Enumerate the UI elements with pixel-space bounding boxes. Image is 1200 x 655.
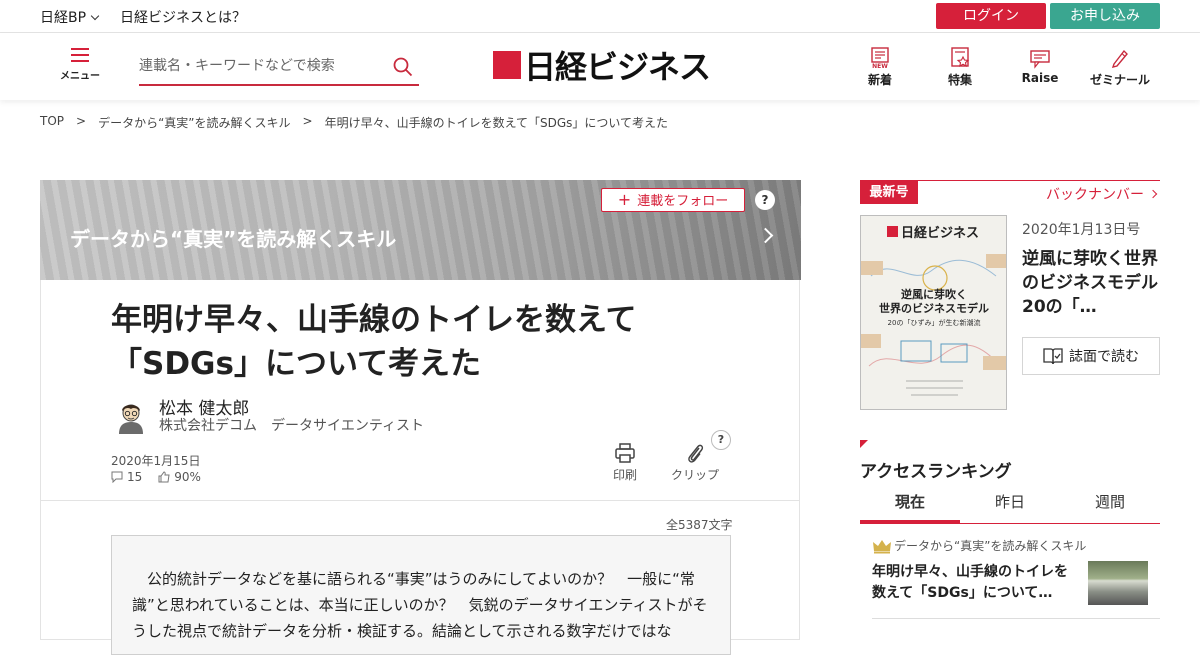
magazine-cover[interactable]: 日経ビジネス 逆風に芽吹く 世界のビジネスモデル 20の「ひずみ」が生む新潮流 bbox=[860, 215, 1007, 410]
read-issue-label: 誌面で読む bbox=[1069, 349, 1139, 365]
character-count: 全5387文字 bbox=[666, 518, 733, 532]
nav-feature-label: 特集 bbox=[947, 73, 972, 87]
print-label: 印刷 bbox=[613, 468, 638, 482]
breadcrumb: TOP > データから“真実”を読み解くスキル > 年明け早々、山手線のトイレを… bbox=[40, 114, 668, 131]
nav-raise-label: Raise bbox=[1021, 71, 1059, 85]
login-button[interactable]: ログイン bbox=[936, 3, 1046, 29]
follow-help-icon[interactable]: ? bbox=[755, 190, 775, 210]
series-banner[interactable]: データから“真実”を読み解くスキル + 連載をフォロー ? bbox=[40, 180, 801, 280]
latest-issue-tag: 最新号 bbox=[860, 181, 918, 204]
tab-yesterday[interactable]: 昨日 bbox=[960, 490, 1060, 523]
new-icon: NEW bbox=[871, 47, 889, 69]
clip-button[interactable]: クリップ bbox=[671, 442, 719, 483]
title-line-2: 「SDGs」について考えた bbox=[111, 346, 482, 382]
ranking-item-thumbnail bbox=[1088, 561, 1148, 605]
chevron-right-icon bbox=[1148, 189, 1158, 199]
nav-seminar[interactable]: ゼミナール bbox=[1080, 47, 1160, 88]
article-title: 年明け早々、山手線のトイレを数えて 「SDGs」について考えた bbox=[111, 298, 711, 386]
logo-text: 日経ビジネス bbox=[524, 48, 711, 86]
hamburger-icon bbox=[71, 48, 89, 62]
article-stats: 15 90% bbox=[111, 470, 201, 484]
search-box bbox=[139, 51, 419, 86]
issue-title[interactable]: 逆風に芽吹く世界のビジネスモデル 20の「… bbox=[1022, 247, 1175, 319]
ranking-title: アクセスランキング bbox=[860, 462, 1012, 482]
breadcrumb-series[interactable]: データから“真実”を読み解くスキル bbox=[98, 114, 290, 131]
about-link[interactable]: 日経ビジネスとは？ bbox=[120, 7, 246, 27]
breadcrumb-separator: > bbox=[76, 114, 87, 128]
follow-label: 連載をフォロー bbox=[637, 194, 729, 209]
like-rate-value: 90% bbox=[174, 470, 201, 484]
breadcrumb-separator: > bbox=[302, 114, 313, 128]
print-icon bbox=[615, 443, 635, 463]
clip-label: クリップ bbox=[671, 468, 720, 482]
plus-icon: + bbox=[617, 190, 632, 209]
ranking-corner-mark bbox=[860, 440, 868, 448]
series-name: データから“真実”を読み解くスキル bbox=[70, 227, 397, 251]
menu-button[interactable]: メニュー bbox=[58, 48, 102, 82]
nikkei-bp-label: 日経BP bbox=[40, 10, 87, 26]
menu-label: メニュー bbox=[60, 71, 100, 82]
search-input[interactable] bbox=[139, 51, 379, 81]
crown-icon bbox=[873, 539, 891, 553]
comment-icon bbox=[111, 471, 123, 483]
breadcrumb-top[interactable]: TOP bbox=[40, 114, 64, 131]
site-header: メニュー 日経ビジネス NEW 新着 bbox=[0, 33, 1200, 100]
nav-new-label: 新着 bbox=[867, 73, 892, 87]
nav-raise[interactable]: Raise bbox=[1000, 47, 1080, 88]
logo-mark bbox=[493, 51, 521, 79]
title-line-1: 年明け早々、山手線のトイレを数えて bbox=[111, 302, 637, 338]
nav-seminar-label: ゼミナール bbox=[1089, 73, 1150, 87]
cover-logo: 日経ビジネス bbox=[901, 225, 979, 241]
feature-icon bbox=[951, 47, 970, 68]
nikkei-bp-dropdown[interactable]: 日経BP bbox=[40, 7, 100, 27]
clip-help-icon[interactable]: ? bbox=[711, 430, 731, 450]
apply-button[interactable]: お申し込み bbox=[1050, 3, 1160, 29]
ranking-item-title: 年明け早々、山手線のトイレを数えて「SDGs」について… bbox=[872, 564, 1068, 601]
issue-date: 2020年1月13日号 bbox=[1022, 222, 1141, 238]
thumbs-up-icon bbox=[158, 471, 170, 483]
utility-links: 日経BP 日経ビジネスとは？ bbox=[40, 7, 246, 27]
search-icon[interactable] bbox=[393, 57, 413, 77]
back-numbers-label: バックナンバー bbox=[1046, 187, 1144, 203]
print-button[interactable]: 印刷 bbox=[613, 442, 637, 483]
paperclip-icon bbox=[688, 444, 704, 463]
ranking-divider bbox=[872, 618, 1160, 619]
site-logo[interactable]: 日経ビジネス bbox=[493, 45, 711, 86]
article-lead: 公的統計データなどを基に語られる“事実”はうのみにしてよいのか？ 一般に“常識”… bbox=[111, 535, 731, 655]
like-rate: 90% bbox=[158, 470, 201, 484]
header-nav: NEW 新着 特集 Raise ゼミナール bbox=[840, 47, 1160, 88]
author-avatar[interactable] bbox=[113, 398, 149, 434]
cover-illustration: 日経ビジネス 逆風に芽吹く 世界のビジネスモデル 20の「ひずみ」が生む新潮流 bbox=[861, 216, 1006, 409]
seminar-icon bbox=[1111, 49, 1128, 68]
comment-count-value: 15 bbox=[127, 470, 143, 484]
ranking-item-series-label: データから“真実”を読み解くスキル bbox=[894, 539, 1087, 553]
cover-headline-1: 逆風に芽吹く bbox=[901, 287, 967, 301]
nav-feature[interactable]: 特集 bbox=[920, 47, 1000, 88]
breadcrumb-current: 年明け早々、山手線のトイレを数えて「SDGs」について考えた bbox=[324, 116, 669, 130]
publish-date: 2020年1月15日 bbox=[111, 454, 201, 468]
author-affiliation: 株式会社デコム データサイエンティスト bbox=[159, 418, 425, 434]
comment-count[interactable]: 15 bbox=[111, 470, 142, 484]
ranking-item-1[interactable]: データから“真実”を読み解くスキル 年明け早々、山手線のトイレを数えて「SDGs… bbox=[872, 537, 1160, 605]
divider bbox=[41, 500, 800, 501]
svg-text:NEW: NEW bbox=[872, 63, 888, 69]
ranking-tabs: 現在 昨日 週間 bbox=[860, 490, 1160, 524]
nav-new[interactable]: NEW 新着 bbox=[840, 47, 920, 88]
book-icon bbox=[1043, 348, 1063, 365]
cover-subheadline: 20の「ひずみ」が生む新潮流 bbox=[888, 318, 981, 327]
tab-weekly[interactable]: 週間 bbox=[1060, 490, 1160, 523]
tab-current[interactable]: 現在 bbox=[860, 490, 960, 523]
back-numbers-link[interactable]: バックナンバー bbox=[1046, 184, 1158, 204]
follow-series-button[interactable]: + 連載をフォロー bbox=[601, 188, 745, 212]
chevron-down-icon bbox=[90, 11, 100, 21]
utility-bar: 日経BP 日経ビジネスとは？ ログイン お申し込み bbox=[0, 0, 1200, 33]
article-card: データから“真実”を読み解くスキル + 連載をフォロー ? 年明け早々、山手線のト… bbox=[40, 180, 801, 655]
ranking-item-series: データから“真実”を読み解くスキル bbox=[872, 537, 1160, 554]
cover-headline-2: 世界のビジネスモデル bbox=[879, 301, 989, 315]
read-issue-button[interactable]: 誌面で読む bbox=[1022, 337, 1160, 375]
raise-icon bbox=[1030, 50, 1050, 69]
